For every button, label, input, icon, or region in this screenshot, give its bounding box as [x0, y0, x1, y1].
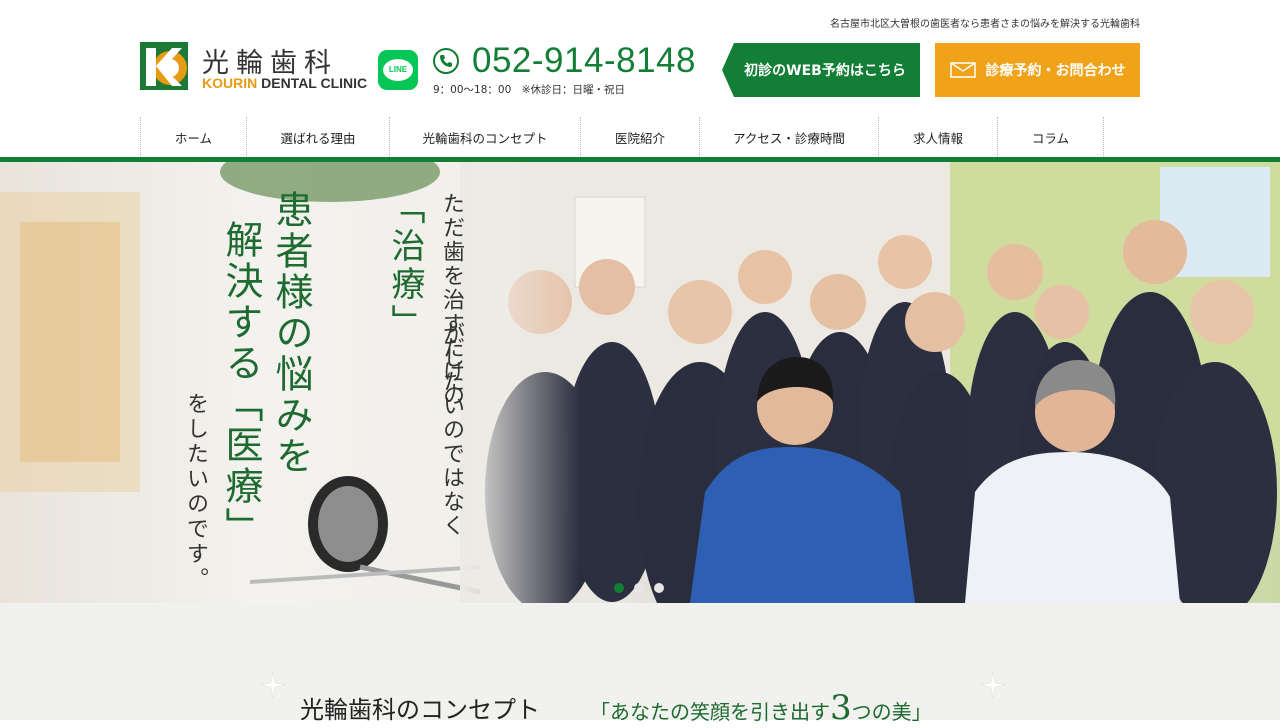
- hero-line-3: がしたいのではなく: [439, 322, 464, 538]
- global-nav: ホーム 選ばれる理由 光輪歯科のコンセプト 医院紹介 アクセス・診療時間 求人情…: [140, 117, 1104, 157]
- nav-item-label: 光輪歯科のコンセプト: [422, 130, 548, 146]
- hero-line-5: 解決する「医療」: [219, 220, 263, 548]
- nav-item-column[interactable]: コラム: [998, 117, 1104, 157]
- nav-item-label: 選ばれる理由: [280, 130, 356, 146]
- nav-item-home[interactable]: ホーム: [141, 117, 247, 157]
- hero-slider[interactable]: ただ歯を治すだけの 「治療」 がしたいのではなく 患者様の悩みを 解決する「医療…: [0, 162, 1280, 603]
- nav-item-label: アクセス・診療時間: [733, 130, 845, 146]
- slider-dots: [614, 583, 664, 593]
- phone-number[interactable]: 052-914-8148: [472, 41, 696, 81]
- mail-icon: [949, 62, 976, 78]
- staff-head: [668, 280, 732, 344]
- sparkle-icon: [980, 672, 1006, 698]
- slider-dot[interactable]: [614, 583, 624, 593]
- slider-dot[interactable]: [654, 583, 664, 593]
- director-coat: [965, 452, 1180, 603]
- nav-item-label: 求人情報: [912, 130, 963, 146]
- nav-item-clinic[interactable]: 医院紹介: [581, 117, 700, 157]
- nav-item-label: 医院紹介: [614, 130, 665, 146]
- web-reservation-label: 初診のWEB予約はこちら: [744, 63, 906, 79]
- phone-icon: [433, 48, 459, 74]
- staff-head: [878, 235, 932, 289]
- staff-head: [1190, 280, 1254, 344]
- nav-item-reasons[interactable]: 選ばれる理由: [247, 117, 390, 157]
- logo-mark-icon: [140, 42, 188, 90]
- staff-head: [905, 292, 965, 352]
- staff-head: [1035, 285, 1089, 339]
- hero-line-4: 患者様の悩みを: [269, 190, 313, 477]
- site-logo[interactable]: 光輪歯科 KOURIN DENTAL CLINIC: [140, 41, 370, 93]
- hero-line-6: をしたいのです。: [183, 392, 208, 592]
- line-icon: LINE: [383, 59, 413, 81]
- web-reservation-button[interactable]: 初診のWEB予約はこちら: [722, 43, 920, 97]
- nav-item-access[interactable]: アクセス・診療時間: [700, 117, 879, 157]
- tagline: 名古屋市北区大曽根の歯医者なら患者さまの悩みを解決する光輪歯科: [830, 19, 1140, 30]
- photo-fade: [460, 162, 580, 603]
- concept-subtitle: 「あなたの笑顔を引き出す3つの美」: [590, 688, 932, 728]
- business-hours: 9：00〜18：00 ※休診日：日曜・祝日: [433, 84, 626, 96]
- contact-button[interactable]: 診療予約・お問合わせ: [935, 43, 1140, 97]
- line-button[interactable]: LINE: [378, 50, 418, 90]
- bottle-shape: [20, 222, 120, 462]
- staff-head: [579, 259, 635, 315]
- contact-label: 診療予約・お問合わせ: [985, 63, 1126, 79]
- hero-line-2: 「治療」: [385, 190, 425, 342]
- staff-head: [987, 244, 1043, 300]
- nav-item-concept[interactable]: 光輪歯科のコンセプト: [390, 117, 581, 157]
- sparkle-icon: [260, 672, 286, 698]
- logo-english: KOURIN DENTAL CLINIC: [202, 75, 368, 91]
- staff-head: [1123, 220, 1187, 284]
- nav-item-label: ホーム: [174, 130, 213, 146]
- staff-head: [738, 250, 792, 304]
- nav-item-label: コラム: [1031, 130, 1070, 146]
- slider-dot[interactable]: [634, 583, 644, 593]
- staff-head: [810, 274, 866, 330]
- nav-item-recruit[interactable]: 求人情報: [879, 117, 998, 157]
